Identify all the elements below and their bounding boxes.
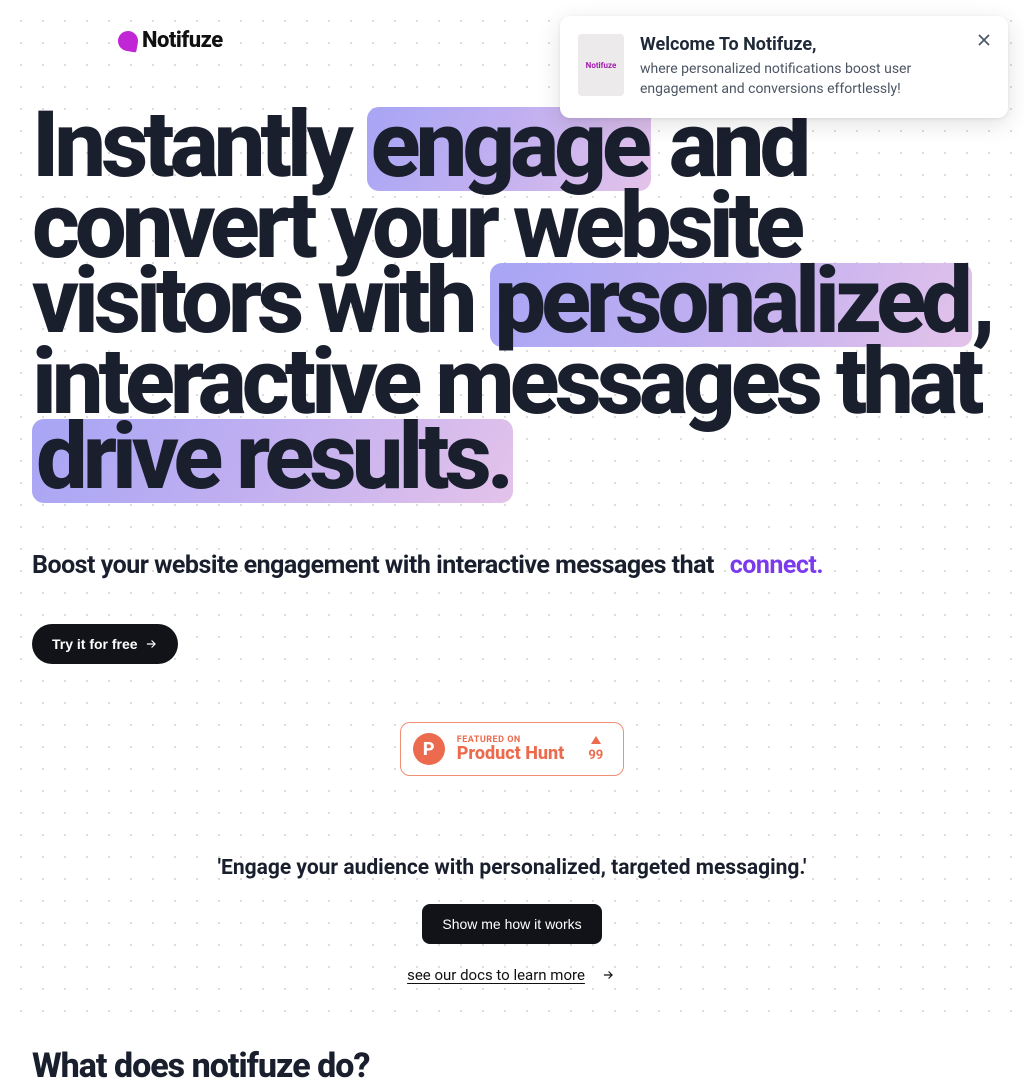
docs-link-label: see our docs to learn more: [407, 966, 585, 984]
product-hunt-badge[interactable]: P FEATURED ON Product Hunt 99: [400, 722, 624, 776]
product-hunt-upvote[interactable]: 99: [588, 736, 603, 763]
logo-blob-icon: [116, 29, 139, 52]
upvote-triangle-icon: [591, 736, 601, 744]
notification-thumbnail: Notifuze: [578, 34, 624, 96]
notification-body: Welcome To Notifuze, where personalized …: [640, 34, 960, 100]
welcome-notification: Notifuze Welcome To Notifuze, where pers…: [560, 16, 1008, 118]
try-free-button[interactable]: Try it for free: [32, 624, 178, 664]
product-hunt-name: Product Hunt: [457, 743, 565, 764]
product-hunt-wrap: P FEATURED ON Product Hunt 99: [0, 722, 1024, 776]
arrow-right-icon: [144, 637, 158, 651]
product-hunt-p: P: [423, 739, 435, 760]
show-how-button[interactable]: Show me how it works: [422, 904, 601, 944]
hero-subhead: Boost your website engagement with inter…: [32, 551, 992, 580]
close-icon[interactable]: [974, 30, 994, 50]
cta-row: Try it for free: [32, 624, 992, 664]
hero-section: Instantly engage and convert your websit…: [0, 53, 1024, 664]
hero-highlight-drive-results: drive results.: [32, 419, 513, 503]
upvote-count: 99: [588, 748, 603, 763]
mid-section: 'Engage your audience with personalized,…: [0, 856, 1024, 984]
arrow-right-icon: [599, 968, 617, 982]
notification-title: Welcome To Notifuze,: [640, 34, 960, 55]
notification-text: where personalized notifications boost u…: [640, 59, 960, 100]
section-heading-what-does: What does notifuze do?: [0, 1046, 1024, 1086]
brand-name: Notifuze: [142, 28, 223, 53]
subhead-text: Boost your website engagement with inter…: [32, 551, 720, 580]
tagline: 'Engage your audience with personalized,…: [0, 856, 1024, 880]
brand-logo[interactable]: Notifuze: [118, 28, 223, 53]
docs-link[interactable]: see our docs to learn more: [407, 966, 617, 984]
subhead-accent: connect.: [730, 551, 823, 580]
notification-thumb-label: Notifuze: [586, 61, 617, 70]
try-free-label: Try it for free: [52, 636, 138, 652]
product-hunt-icon: P: [413, 733, 445, 765]
product-hunt-text: FEATURED ON Product Hunt: [457, 735, 565, 764]
hero-headline: Instantly engage and convert your websit…: [32, 107, 992, 503]
